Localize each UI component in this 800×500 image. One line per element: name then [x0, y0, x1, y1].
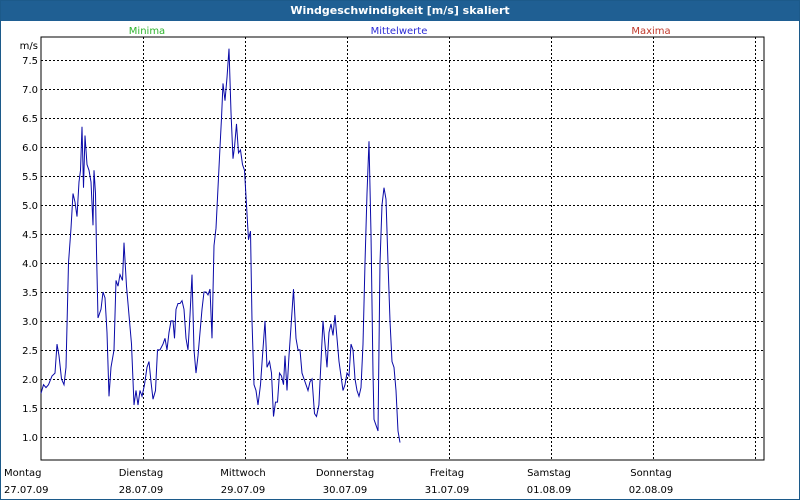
- y-tick-label: 6.5: [22, 114, 38, 125]
- y-tick-label: 3.5: [22, 288, 38, 299]
- y-tick-label: 3.0: [22, 317, 38, 328]
- x-tick-day: Dienstag: [119, 468, 164, 479]
- y-tick-label: 1.0: [22, 433, 38, 444]
- x-tick-day: Montag: [4, 468, 41, 479]
- y-tick-label: 5.5: [22, 172, 38, 183]
- y-tick-label: 2.0: [22, 375, 38, 386]
- x-tick-day: Samstag: [527, 468, 571, 479]
- x-tick-date: 01.08.09: [527, 485, 572, 496]
- x-tick-date: 30.07.09: [323, 485, 368, 496]
- legend-minima: Minima: [128, 26, 166, 37]
- y-tick-label: 4.5: [22, 230, 38, 241]
- chart-area: 1.0 1.5 2.0 2.5 3.0 3.5 4.0 4.5 5.0 5.5 6.0 6.5 7.0 7…: [4, 36, 765, 496]
- legend-maxima: Maxima: [631, 26, 671, 37]
- legend-mittelwerte: Mittelwerte: [370, 26, 428, 37]
- x-tick-date: 27.07.09: [4, 485, 49, 496]
- chart-window: Windgeschwindigkeit [m/s] skaliert 1.0 1.…: [0, 0, 800, 500]
- plot-frame: [40, 36, 765, 461]
- y-tick-label: 1.5: [22, 404, 38, 415]
- x-tick-date: 28.07.09: [119, 485, 164, 496]
- y-axis-label: m/s: [20, 41, 38, 52]
- x-tick-date: 02.08.09: [629, 485, 674, 496]
- y-tick-label: 4.0: [22, 259, 38, 270]
- y-tick-label: 2.5: [22, 346, 38, 357]
- y-tick-label: 7.0: [22, 85, 38, 96]
- x-tick-date: 29.07.09: [221, 485, 266, 496]
- x-tick-day: Freitag: [430, 468, 464, 479]
- x-tick-day: Sonntag: [630, 468, 672, 479]
- y-tick-label: 6.0: [22, 143, 38, 154]
- x-tick-day: Donnerstag: [316, 468, 374, 479]
- y-tick-label: 5.0: [22, 201, 38, 212]
- x-tick-day: Mittwoch: [220, 468, 265, 479]
- x-tick-date: 31.07.09: [425, 485, 470, 496]
- y-tick-label: 7.5: [22, 56, 38, 67]
